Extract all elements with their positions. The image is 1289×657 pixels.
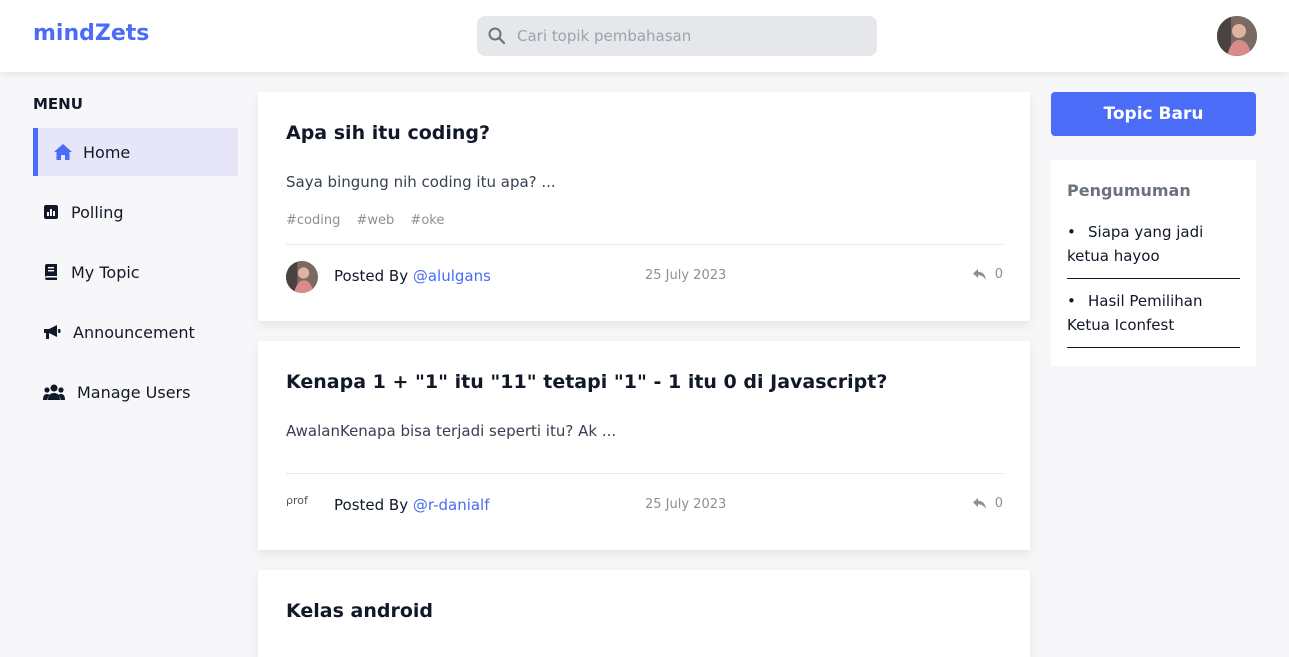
avatar-image <box>1217 16 1257 56</box>
author-avatar <box>286 261 318 293</box>
announcement-title: Pengumuman <box>1067 181 1191 200</box>
search-box[interactable] <box>477 16 877 56</box>
search-icon <box>488 27 506 45</box>
new-topic-button[interactable]: Topic Baru <box>1051 92 1256 136</box>
sidebar-item-polling[interactable]: Polling <box>33 188 238 236</box>
announcement-text: Siapa yang jadi ketua hayoo <box>1067 223 1204 265</box>
sidebar-item-label: Home <box>83 142 131 162</box>
megaphone-icon <box>43 322 61 342</box>
reply-count[interactable]: 0 <box>972 267 1003 282</box>
author-link[interactable]: @r-danialf <box>413 496 490 514</box>
sidebar-item-label: Manage Users <box>77 382 191 402</box>
sidebar-item-label: Announcement <box>73 322 195 342</box>
post-title[interactable]: Apa sih itu coding? <box>286 122 490 144</box>
divider <box>286 244 1003 245</box>
post-tags: #coding #web #oke <box>286 213 456 228</box>
author-avatar: prof <box>286 490 318 522</box>
sidebar-item-manage-users[interactable]: Manage Users <box>33 368 238 416</box>
sidebar-item-label: Polling <box>71 202 124 222</box>
posted-by-label: Posted By <box>334 267 409 285</box>
post-card[interactable]: Apa sih itu coding? Saya bingung nih cod… <box>258 92 1030 321</box>
post-card[interactable]: Kelas android <box>258 570 1030 657</box>
top-bar: mindZets <box>0 0 1289 72</box>
post-footer: Posted By @alulgans 25 July 2023 0 <box>286 260 1003 294</box>
tag[interactable]: #web <box>357 213 395 228</box>
avatar-alt-text: prof <box>286 494 308 507</box>
post-excerpt: AwalanKenapa bisa terjadi seperti itu? A… <box>286 422 617 440</box>
post-excerpt: Saya bingung nih coding itu apa? ... <box>286 173 556 191</box>
home-icon <box>53 142 73 162</box>
announcement-item[interactable]: • Siapa yang jadi ketua hayoo <box>1067 220 1240 279</box>
brand-logo[interactable]: mindZets <box>33 21 149 46</box>
sidebar-item-my-topic[interactable]: My Topic <box>33 248 238 296</box>
post-date: 25 July 2023 <box>645 268 727 283</box>
posted-by: Posted By @r-danialf <box>334 496 490 514</box>
posted-by-label: Posted By <box>334 496 409 514</box>
bullet: • <box>1067 292 1076 310</box>
users-icon <box>43 382 65 402</box>
post-title[interactable]: Kelas android <box>286 600 433 622</box>
search-input[interactable] <box>517 16 867 56</box>
tag[interactable]: #coding <box>286 213 340 228</box>
user-avatar[interactable] <box>1217 16 1257 56</box>
book-icon <box>43 262 59 282</box>
bullet: • <box>1067 223 1076 241</box>
announcement-panel: Pengumuman • Siapa yang jadi ketua hayoo … <box>1051 160 1256 366</box>
reply-count-value: 0 <box>994 267 1003 282</box>
author-link[interactable]: @alulgans <box>413 267 491 285</box>
posted-by: Posted By @alulgans <box>334 267 491 285</box>
announcement-text: Hasil Pemilihan Ketua Iconfest <box>1067 292 1203 334</box>
reply-icon <box>972 269 986 280</box>
post-card[interactable]: Kenapa 1 + "1" itu "11" tetapi "1" - 1 i… <box>258 341 1030 550</box>
chart-icon <box>43 202 59 222</box>
sidebar-item-announcement[interactable]: Announcement <box>33 308 238 356</box>
reply-count-value: 0 <box>994 496 1003 511</box>
post-title[interactable]: Kenapa 1 + "1" itu "11" tetapi "1" - 1 i… <box>286 371 887 393</box>
sidebar-item-label: My Topic <box>71 262 140 282</box>
reply-count[interactable]: 0 <box>972 496 1003 511</box>
post-footer: prof Posted By @r-danialf 25 July 2023 0 <box>286 489 1003 523</box>
reply-icon <box>972 498 986 509</box>
announcement-item[interactable]: • Hasil Pemilihan Ketua Iconfest <box>1067 289 1240 348</box>
divider <box>286 473 1003 474</box>
sidebar-item-home[interactable]: Home <box>33 128 238 176</box>
menu-title: MENU <box>33 95 83 113</box>
post-date: 25 July 2023 <box>645 497 727 512</box>
tag[interactable]: #oke <box>410 213 444 228</box>
